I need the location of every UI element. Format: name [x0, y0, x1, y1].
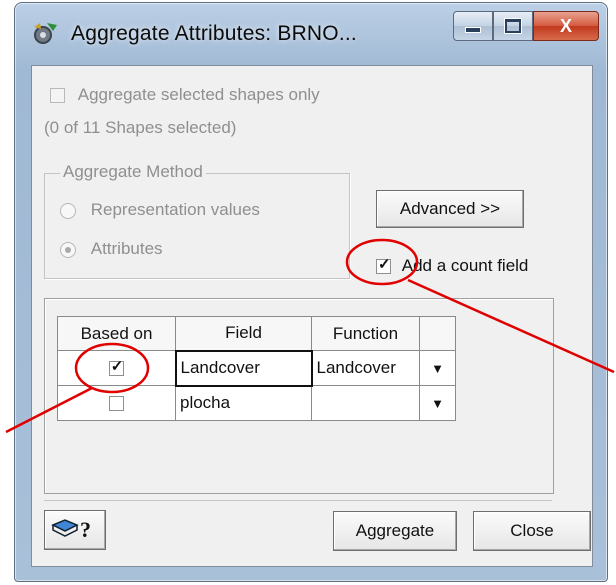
- selected-shapes-checkbox[interactable]: [50, 88, 65, 104]
- app-gear-icon: [31, 21, 59, 47]
- footer-separator: [44, 500, 552, 501]
- title-bar[interactable]: Aggregate Attributes: BRNO... X: [15, 3, 607, 63]
- radio-representation-label: Representation values: [90, 200, 260, 219]
- maximize-icon: [505, 19, 521, 33]
- header-based-on: Based on: [57, 316, 176, 351]
- aggregate-method-legend: Aggregate Method: [60, 162, 206, 182]
- aggregate-method-group: [44, 173, 350, 279]
- table-row: plocha ▼: [57, 385, 456, 421]
- count-field-label: Add a count field: [401, 256, 529, 275]
- fields-table: Based on Field Function ✓ Landcover Land…: [57, 316, 456, 421]
- based-on-cell[interactable]: ✓: [57, 350, 176, 386]
- help-book-icon: [51, 517, 79, 544]
- radio-representation-values[interactable]: Representation values: [60, 200, 260, 220]
- based-on-cell[interactable]: [57, 385, 176, 421]
- close-window-button[interactable]: X: [533, 11, 599, 41]
- aggregate-button[interactable]: Aggregate: [333, 511, 457, 551]
- field-cell[interactable]: Landcover: [174, 349, 313, 387]
- help-question-glyph: ?: [80, 517, 91, 542]
- advanced-button[interactable]: Advanced >>: [376, 190, 524, 228]
- table-row: ✓ Landcover Landcover ▼: [57, 349, 456, 387]
- header-function: Function: [311, 316, 420, 351]
- minimize-button[interactable]: [453, 11, 493, 41]
- window-title: Aggregate Attributes: BRNO...: [71, 22, 357, 45]
- function-dropdown-arrow-icon[interactable]: ▼: [419, 350, 456, 386]
- header-field: Field: [175, 316, 312, 351]
- selection-count-text: (0 of 11 Shapes selected): [44, 118, 237, 137]
- selected-shapes-option[interactable]: Aggregate selected shapes only: [50, 85, 320, 105]
- caption-buttons: X: [453, 11, 599, 43]
- aggregate-button-label: Aggregate: [355, 521, 435, 540]
- close-icon: X: [559, 15, 572, 36]
- maximize-button[interactable]: [493, 11, 533, 41]
- radio-representation-icon: [60, 202, 76, 219]
- close-button-label: Close: [510, 521, 554, 540]
- radio-attributes-icon: [60, 241, 76, 258]
- close-button[interactable]: Close: [473, 511, 591, 551]
- count-field-option[interactable]: ✓ Add a count field: [376, 256, 528, 276]
- function-cell[interactable]: Landcover: [311, 350, 420, 386]
- based-on-checkbox[interactable]: ✓: [108, 358, 124, 377]
- based-on-checkbox[interactable]: [109, 396, 124, 412]
- count-field-checkbox[interactable]: ✓: [376, 256, 391, 275]
- selected-shapes-label: Aggregate selected shapes only: [77, 85, 320, 104]
- function-cell[interactable]: [311, 385, 420, 421]
- field-cell[interactable]: plocha: [175, 385, 312, 421]
- function-dropdown-arrow-icon[interactable]: ▼: [419, 385, 456, 421]
- radio-attributes[interactable]: Attributes: [60, 239, 163, 259]
- radio-attributes-label: Attributes: [90, 239, 163, 258]
- header-dropdown: [419, 316, 456, 351]
- help-button[interactable]: ?: [44, 510, 106, 550]
- table-header-row: Based on Field Function: [57, 316, 456, 351]
- minimize-icon: [465, 27, 481, 33]
- advanced-button-label: Advanced >>: [399, 199, 501, 218]
